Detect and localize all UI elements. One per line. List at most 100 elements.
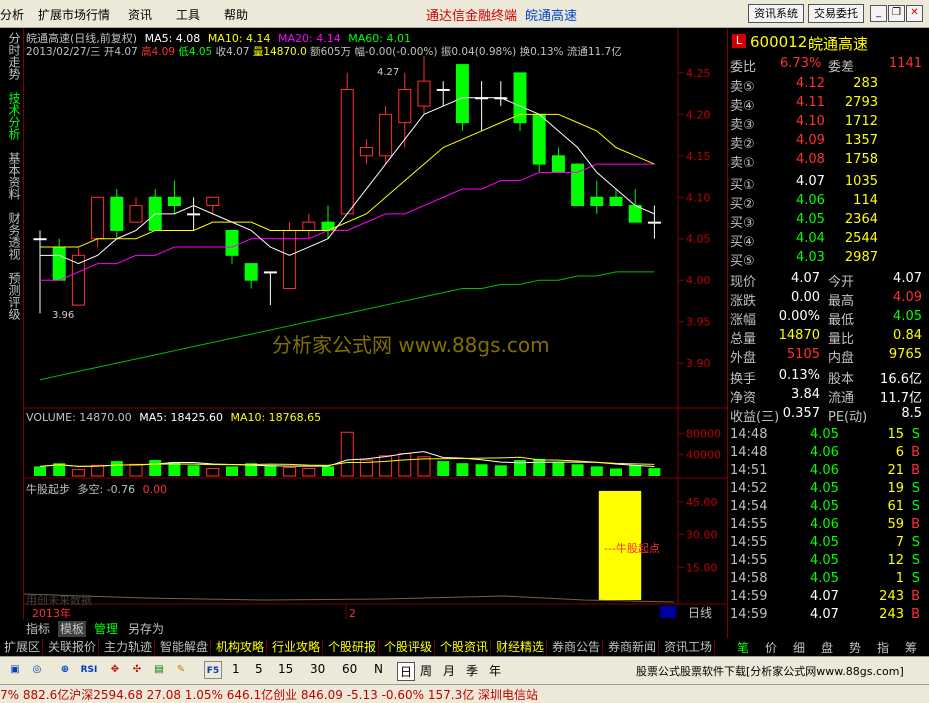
ext-tab[interactable]: 扩展区 <box>2 639 44 655</box>
tick-price: 4.06 <box>810 517 839 532</box>
volume-bar <box>149 460 162 476</box>
sub-tab[interactable]: 另存为 <box>126 621 166 637</box>
weicha-value: 1141 <box>888 56 922 71</box>
menu-tools[interactable]: 工具 <box>176 6 200 23</box>
tab-technical[interactable]: 技术分析 <box>4 92 21 140</box>
tick-direction: S <box>911 481 920 496</box>
sell-level-label: 卖② <box>730 137 755 152</box>
ext-tab[interactable]: 个股资讯 <box>438 639 492 655</box>
timeline-year: 2013年 <box>32 606 71 620</box>
tick-time: 14:48 <box>730 427 768 442</box>
tick-direction: S <box>911 499 920 514</box>
tick-direction: B <box>911 607 920 622</box>
tab-intraday[interactable]: 分时走势 <box>4 32 21 80</box>
kline-chart[interactable]: 4.25 4.20 4.15 4.10 4.05 4.00 3.95 3.90 80000 40… <box>24 28 727 620</box>
quote-tab[interactable]: 细 <box>787 639 811 656</box>
tick-time: 14:59 <box>730 589 768 604</box>
vol-ma5: MA5: 18425.60 <box>139 411 223 424</box>
ext-tab[interactable]: 行业攻略 <box>270 639 324 655</box>
quote-tab[interactable]: 指 <box>871 639 895 656</box>
sub-tab[interactable]: 指标 <box>24 621 52 637</box>
sell-price: 4.11 <box>796 95 825 110</box>
period-button[interactable]: 60 <box>342 662 357 676</box>
high-annotation: 4.27 <box>377 67 399 78</box>
ext-tab[interactable]: 资讯工场 <box>662 639 716 655</box>
zoom-icon[interactable]: ⊕ <box>56 661 74 679</box>
kline-icon[interactable]: ▣ <box>6 661 24 679</box>
trade-button[interactable]: 交易委托 <box>808 4 864 23</box>
minimize-icon[interactable]: _ <box>870 5 887 22</box>
ext-tab[interactable]: 智能解盘 <box>158 639 212 655</box>
draw-icon[interactable]: ✎ <box>172 661 190 679</box>
ext-tab[interactable]: 主力轨迹 <box>102 639 156 655</box>
stat-value: 0.00 <box>791 290 820 305</box>
period-button[interactable]: 年 <box>489 662 501 679</box>
volume-header: VOLUME: 14870.00 MA5: 18425.60 MA10: 187… <box>26 411 321 424</box>
buy-volume: 2364 <box>844 212 878 227</box>
menu-help[interactable]: 帮助 <box>224 6 248 23</box>
candle-body <box>321 221 335 231</box>
formula-icon[interactable]: F5 <box>204 661 222 679</box>
stat2-row: 收益(三) 0.357 PE(动) 8.5 <box>728 405 924 425</box>
period-button[interactable]: 周 <box>420 662 432 679</box>
sell-price: 4.08 <box>796 152 825 167</box>
news-system-button[interactable]: 资讯系统 <box>748 4 804 23</box>
tab-finance[interactable]: 财务透视 <box>4 212 21 260</box>
ext-tab[interactable]: 券商新闻 <box>606 639 660 655</box>
chart-icon[interactable]: ▤ <box>150 661 168 679</box>
quote-tab[interactable]: 盘 <box>815 639 839 656</box>
move-icon[interactable]: ✥ <box>106 661 124 679</box>
buy-price: 4.03 <box>796 250 825 265</box>
period-button[interactable]: 5 <box>255 662 263 676</box>
buy-level-label: 买⑤ <box>730 254 755 269</box>
ext-tab[interactable]: 关联报价 <box>46 639 100 655</box>
restore-icon[interactable]: ❐ <box>888 5 905 22</box>
amplitude-value: 振0.04(0.98%) <box>440 46 517 58</box>
volume-bar <box>187 465 200 476</box>
quote-tab[interactable]: 筹 <box>899 639 923 656</box>
quote-tab[interactable]: 笔 <box>731 639 755 656</box>
tab-basic-info[interactable]: 基本资料 <box>4 152 21 200</box>
stat-label: 流通 <box>828 391 855 406</box>
period-button[interactable]: 日 <box>397 662 416 681</box>
sell-volume: 1758 <box>844 152 878 167</box>
period-button[interactable]: 1 <box>232 662 240 676</box>
cross-icon[interactable]: ✣ <box>128 661 146 679</box>
ad-text[interactable]: 股票公式股票软件下载[分析家公式网www.88gs.com] <box>636 663 904 679</box>
period-button[interactable]: 月 <box>443 662 455 679</box>
period-button[interactable]: 15 <box>278 662 293 676</box>
scroll-end-icon[interactable] <box>660 606 676 618</box>
close-value: 收4.07 <box>215 46 250 58</box>
ind-tick-label: 45.00 <box>686 496 718 509</box>
tick-row: 14:55 4.05 7 S <box>728 534 924 553</box>
amount-value: 额605万 <box>310 46 352 58</box>
ext-tab[interactable]: 个股研报 <box>326 639 380 655</box>
sub-tab[interactable]: 模板 <box>58 621 87 637</box>
sub-tab[interactable]: 管理 <box>92 621 120 637</box>
period-button[interactable]: N <box>374 662 383 676</box>
price-tick-label: 4.05 <box>686 233 711 246</box>
rsi-icon[interactable]: RSI <box>80 661 98 679</box>
buy-volume: 1035 <box>844 174 878 189</box>
stat-label: 涨幅 <box>730 313 757 328</box>
quote-tab[interactable]: 势 <box>843 639 867 656</box>
tick-price: 4.06 <box>810 445 839 460</box>
ext-tab[interactable]: 券商公告 <box>550 639 604 655</box>
ext-tab[interactable]: 个股评级 <box>382 639 436 655</box>
ext-tab[interactable]: 财经精选 <box>494 639 548 655</box>
period-button[interactable]: 季 <box>466 662 478 679</box>
tick-row: 14:55 4.05 12 S <box>728 552 924 571</box>
volume-bar <box>379 455 393 477</box>
low-annotation: 3.96 <box>52 310 74 321</box>
period-button[interactable]: 30 <box>310 662 325 676</box>
period-label[interactable]: 日线 <box>688 606 712 620</box>
menu-extended-market[interactable]: 扩展市场行情 <box>38 6 110 23</box>
tab-rating[interactable]: 预测评级 <box>4 272 21 320</box>
quote-tab[interactable]: 价 <box>759 639 783 656</box>
ext-tab[interactable]: 机构攻略 <box>214 639 268 655</box>
close-icon[interactable]: ✕ <box>906 5 923 22</box>
menu-analysis[interactable]: 分析 <box>0 6 24 23</box>
menu-news[interactable]: 资讯 <box>128 6 152 23</box>
mode-icon[interactable]: ◎ <box>28 661 46 679</box>
candle-body <box>187 213 201 216</box>
